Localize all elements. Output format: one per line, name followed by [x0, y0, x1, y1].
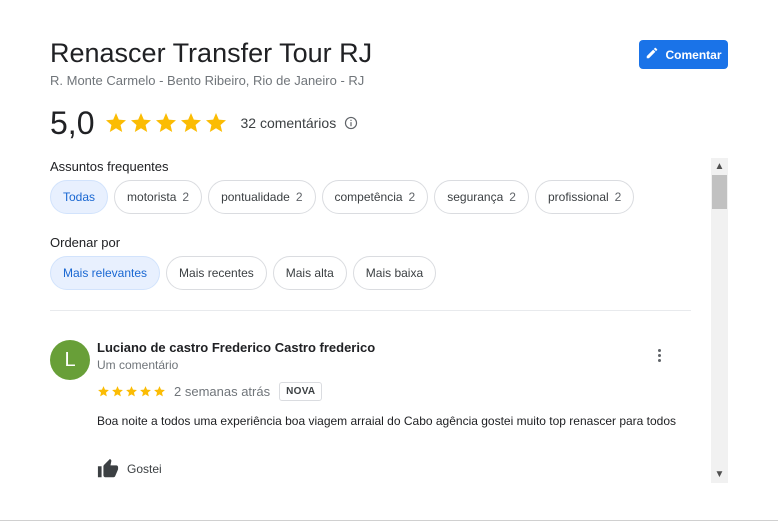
- topic-chip[interactable]: profissional 2: [534, 180, 635, 214]
- new-badge: NOVA: [279, 382, 323, 401]
- topic-chips: Todas motorista 2 pontualidade 2 competência 2…: [50, 180, 635, 214]
- topic-chip[interactable]: competência 2: [321, 180, 429, 214]
- rating-summary: 5,0 32 comentários: [50, 103, 358, 143]
- review-time: 2 semanas atrás: [174, 384, 271, 399]
- avatar[interactable]: L: [50, 340, 90, 380]
- topic-chip-count: 2: [509, 190, 516, 204]
- scroll-down-arrow[interactable]: ▼: [711, 466, 728, 483]
- like-label: Gostei: [127, 462, 162, 476]
- thumbs-up-icon: [97, 458, 119, 480]
- topic-chip-count: 2: [182, 190, 190, 204]
- review-stars: [97, 385, 166, 398]
- pencil-icon: [645, 46, 659, 63]
- reviewer-name[interactable]: Luciano de castro Frederico Castro frede…: [97, 340, 375, 355]
- topic-chip-label: segurança: [447, 190, 504, 204]
- sort-label: Ordenar por: [50, 235, 121, 250]
- comment-button-label: Comentar: [665, 47, 722, 62]
- topic-chip-label: profissional: [547, 190, 609, 204]
- sort-option[interactable]: Mais relevantes: [50, 256, 161, 290]
- scroll-thumb[interactable]: [712, 175, 727, 209]
- divider: [50, 310, 691, 311]
- comment-button[interactable]: Comentar: [639, 40, 728, 69]
- topic-chip-count: 2: [614, 190, 622, 204]
- rating-stars: [104, 111, 228, 135]
- sort-option[interactable]: Mais alta: [272, 256, 347, 290]
- topic-chip[interactable]: pontualidade 2: [208, 180, 316, 214]
- star-icon: [156, 113, 177, 132]
- sort-option-label: Mais alta: [285, 266, 334, 280]
- star-icon: [206, 113, 227, 132]
- topic-chip-label: pontualidade: [221, 190, 290, 204]
- rating-value: 5,0: [50, 104, 95, 141]
- star-icon: [154, 386, 165, 397]
- star-icon: [98, 386, 109, 397]
- topic-chip-count: 2: [295, 190, 303, 204]
- star-icon: [181, 113, 202, 132]
- sort-option-label: Mais baixa: [365, 266, 424, 280]
- sort-options: Mais relevantes Mais recentes Mais alta Mai…: [50, 256, 437, 290]
- bottom-border: [0, 520, 778, 521]
- review-count: 32 comentários: [240, 115, 337, 131]
- star-icon: [106, 113, 127, 132]
- review-text: Boa noite a todos uma experiência boa vi…: [97, 414, 677, 428]
- place-address: R. Monte Carmelo - Bento Ribeiro, Rio de…: [50, 73, 365, 88]
- scroll-up-arrow[interactable]: ▲: [711, 158, 728, 175]
- scrollbar[interactable]: ▲ ▼: [711, 158, 728, 483]
- topic-chip-count: 2: [408, 190, 416, 204]
- topic-chip-label: competência: [334, 190, 403, 204]
- star-icon: [140, 386, 151, 397]
- like-button[interactable]: Gostei: [97, 458, 162, 480]
- star-icon: [112, 386, 123, 397]
- topic-chip[interactable]: segurança 2: [434, 180, 529, 214]
- more-options-icon[interactable]: [650, 345, 668, 365]
- sort-option-label: Mais relevantes: [63, 266, 148, 280]
- topic-chip-label: Todas: [63, 190, 96, 204]
- place-title: Renascer Transfer Tour RJ: [50, 38, 373, 68]
- topic-chip-label: motorista: [127, 190, 177, 204]
- star-icon: [131, 113, 152, 132]
- reviewer-review-count: Um comentário: [97, 358, 179, 372]
- review-meta: 2 semanas atrás NOVA: [97, 381, 323, 402]
- topics-label: Assuntos frequentes: [50, 159, 169, 174]
- sort-option[interactable]: Mais baixa: [352, 256, 437, 290]
- topic-chip[interactable]: Todas: [50, 180, 109, 214]
- sort-option[interactable]: Mais recentes: [166, 256, 267, 290]
- sort-option-label: Mais recentes: [179, 266, 254, 280]
- topic-chip[interactable]: motorista 2: [114, 180, 203, 214]
- info-icon[interactable]: [344, 116, 358, 130]
- star-icon: [126, 386, 137, 397]
